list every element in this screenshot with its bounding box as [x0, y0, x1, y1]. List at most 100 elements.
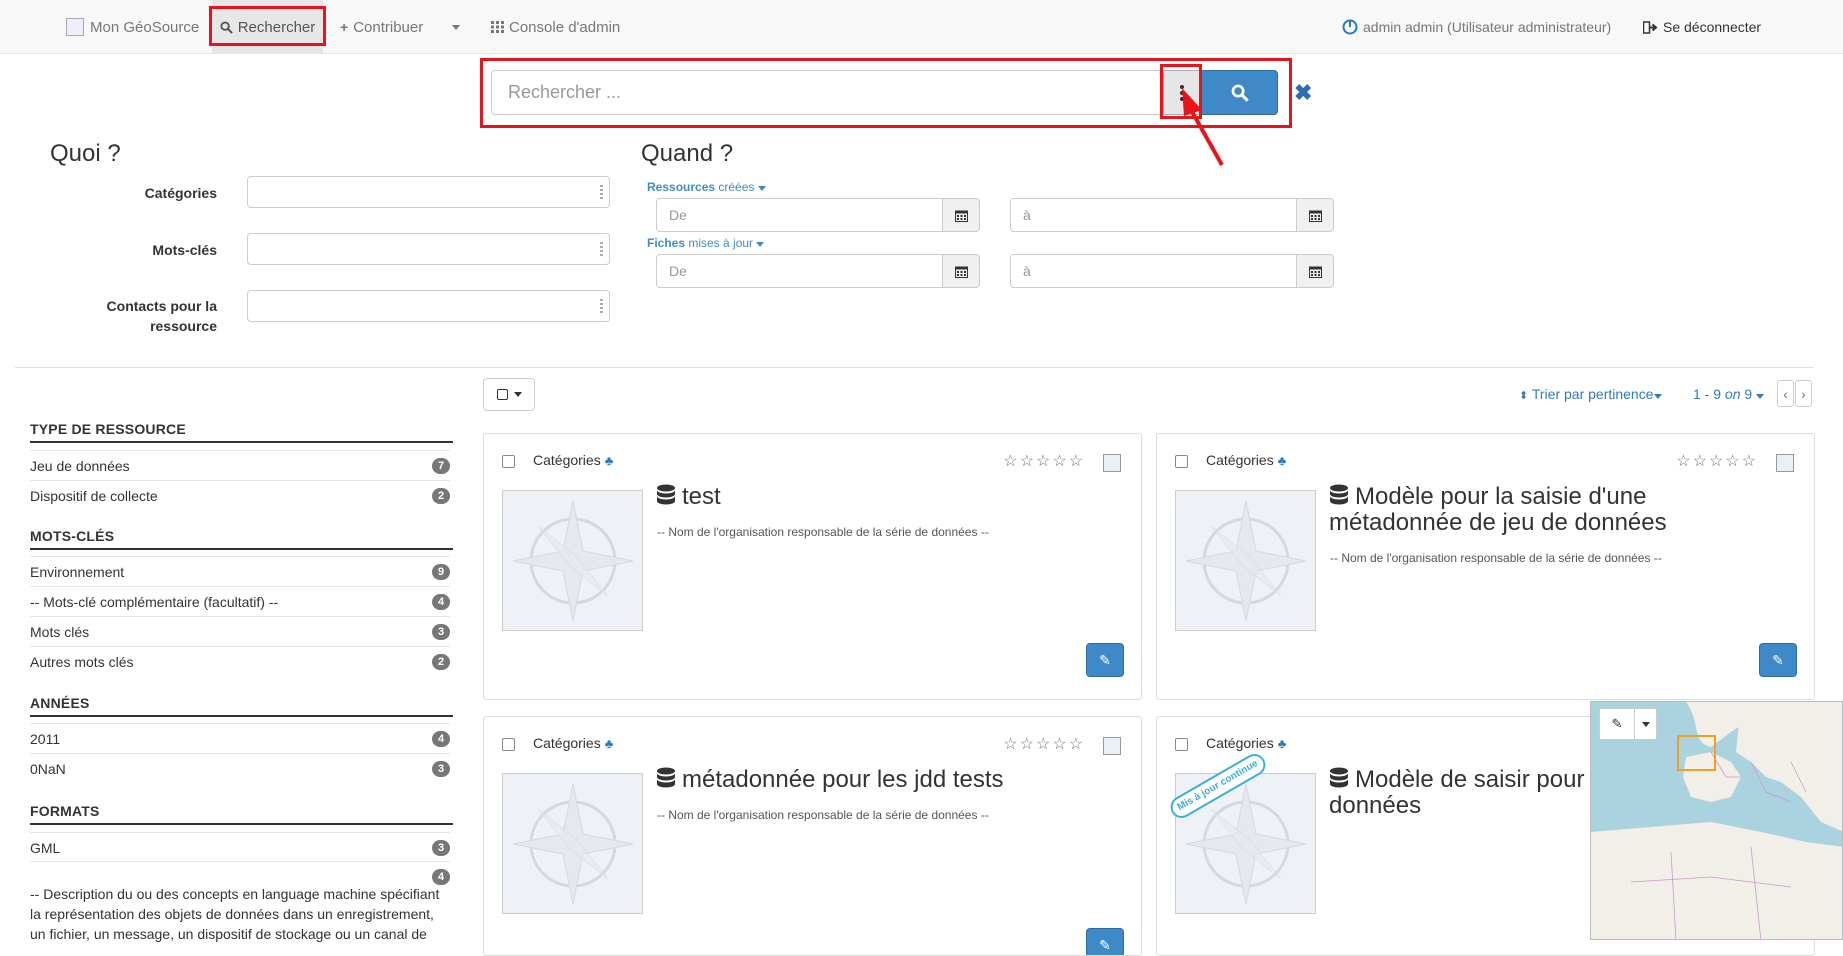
card-title[interactable]: test	[656, 484, 721, 510]
updated-to-input[interactable]	[1010, 254, 1297, 288]
nav-user[interactable]: admin admin (Utilisateur administrateur)	[1342, 0, 1611, 54]
select-checkbox[interactable]	[502, 455, 515, 468]
top-navbar: Mon GéoSource Rechercher + Contribuer Co…	[0, 0, 1843, 54]
database-icon	[657, 767, 675, 788]
nav-logout[interactable]: Se déconnecter	[1643, 0, 1761, 54]
rating-stars-icon[interactable]: ☆☆☆☆☆	[1003, 451, 1085, 471]
tree-icon: ♣	[604, 453, 614, 468]
compass-rose-icon	[512, 500, 634, 622]
nav-admin-console[interactable]: Console d'admin	[491, 0, 620, 54]
facet-count-badge: 2	[432, 488, 450, 504]
calendar-icon	[954, 266, 968, 278]
card-organisation: -- Nom de l'organisation responsable de …	[657, 808, 989, 822]
sort-label: Trier par pertinence	[1531, 386, 1654, 402]
map-draw-button[interactable]: ✎	[1599, 708, 1635, 740]
sort-dropdown[interactable]: ⬍ Trier par pertinence	[1519, 386, 1662, 402]
card-thumbnail	[502, 490, 643, 631]
created-from-input[interactable]	[656, 198, 943, 232]
updated-filter-toggle[interactable]: Fiches mises à jour	[647, 236, 765, 250]
caret-down-icon	[513, 392, 522, 397]
select-checkbox[interactable]	[1175, 455, 1188, 468]
result-card[interactable]: Catégories ♣ ☆☆☆☆☆ métadonnée pour les jd…	[483, 716, 1142, 956]
map-options-dropdown[interactable]	[1635, 708, 1657, 740]
calendar-icon	[954, 210, 968, 222]
nav-search[interactable]: Rechercher	[212, 0, 323, 54]
card-category-label: Catégories	[1206, 452, 1274, 468]
nav-search-label: Rechercher	[237, 18, 316, 36]
facet-item-label: -- Mots-clé complémentaire (facultatif) …	[30, 593, 279, 610]
nav-contribute[interactable]: + Contribuer	[340, 0, 423, 54]
facet-count-badge: 4	[432, 731, 450, 747]
created-from-calendar-button[interactable]	[942, 198, 980, 232]
map-toolbar: ✎	[1599, 708, 1657, 740]
card-title[interactable]: Modèle pour la saisie d'une métadonnée d…	[1329, 484, 1729, 536]
card-title[interactable]: métadonnée pour les jdd tests	[656, 767, 1004, 793]
tree-icon: ♣	[1277, 736, 1287, 751]
categories-field[interactable]	[247, 176, 610, 208]
rating-stars-icon[interactable]: ☆☆☆☆☆	[1676, 451, 1758, 471]
edit-button[interactable]: ✎	[1086, 928, 1124, 955]
caret-down-icon	[757, 186, 766, 191]
facet-item[interactable]: 2011 4	[30, 723, 450, 753]
nav-logout-label: Se déconnecter	[1663, 19, 1762, 35]
facet-item[interactable]: -- Mots-clé complémentaire (facultatif) …	[30, 586, 450, 616]
range-start: 1 - 9	[1693, 386, 1722, 402]
facet-item[interactable]: Environnement 9	[30, 556, 450, 586]
search-input[interactable]	[491, 70, 1163, 115]
facet-item[interactable]: 4	[30, 861, 450, 885]
caret-down-icon	[1653, 394, 1662, 399]
card-title[interactable]: Modèle de saisir pour données	[1329, 767, 1609, 819]
facet-item-label: Autres mots clés	[30, 653, 134, 670]
rating-stars-icon[interactable]: ☆☆☆☆☆	[1003, 734, 1085, 754]
result-card[interactable]: Catégories ♣ ☆☆☆☆☆ Modèle pour la saisie …	[1156, 433, 1815, 700]
clear-search-icon[interactable]: ✖	[1294, 80, 1312, 106]
card-thumbnail	[502, 773, 643, 914]
facet-item[interactable]: GML 3	[30, 832, 450, 862]
next-page-button[interactable]: ›	[1795, 380, 1812, 407]
keywords-field[interactable]	[247, 233, 610, 265]
facet-item-label: 0NaN	[30, 760, 66, 777]
logo-icon	[66, 18, 84, 36]
updated-from-input[interactable]	[656, 254, 943, 288]
pagination-dropdown[interactable]: 1 - 9 on 9	[1693, 386, 1765, 402]
created-label-bold: Ressources	[647, 180, 716, 194]
facet-item[interactable]: 0NaN 3	[30, 753, 450, 783]
created-filter-toggle[interactable]: Ressources créées	[647, 180, 766, 194]
facet-item[interactable]: Dispositif de collecte 2	[30, 480, 450, 510]
contacts-label-line2: ressource	[150, 318, 217, 334]
mini-map[interactable]: ✎	[1590, 701, 1843, 940]
search-icon	[1231, 84, 1249, 102]
facet-count-badge: 3	[432, 840, 450, 856]
drag-handle-icon	[600, 299, 603, 313]
range-on: on	[1724, 386, 1741, 402]
contacts-label: Contacts pour la ressource	[60, 296, 217, 336]
edit-button[interactable]: ✎	[1759, 643, 1797, 677]
facet-item[interactable]: Mots clés 3	[30, 616, 450, 646]
calendar-icon	[1308, 210, 1322, 222]
previous-page-button[interactable]: ‹	[1777, 380, 1794, 407]
edit-button[interactable]: ✎	[1086, 643, 1124, 677]
chevron-left-icon: ‹	[1783, 385, 1788, 402]
facet-count-badge: 3	[432, 761, 450, 777]
nav-brand-label: Mon GéoSource	[90, 18, 200, 36]
select-all-dropdown[interactable]	[483, 378, 535, 411]
select-checkbox[interactable]	[502, 738, 515, 751]
grid-icon	[491, 21, 504, 33]
select-checkbox[interactable]	[1175, 738, 1188, 751]
nav-brand[interactable]: Mon GéoSource	[66, 0, 199, 54]
card-title-text: métadonnée pour les jdd tests	[682, 766, 1004, 793]
created-to-calendar-button[interactable]	[1296, 198, 1334, 232]
facet-heading-type: TYPE DE RESSOURCE	[30, 421, 453, 443]
updated-from-calendar-button[interactable]	[942, 254, 980, 288]
facet-item-label: 2011	[30, 730, 61, 747]
nav-more-dropdown[interactable]	[452, 0, 460, 54]
created-to-input[interactable]	[1010, 198, 1297, 232]
result-card[interactable]: Catégories ♣ ☆☆☆☆☆ test -- Nom de l'organ…	[483, 433, 1142, 700]
contacts-field[interactable]	[247, 290, 610, 322]
facet-item[interactable]: Jeu de données 7	[30, 450, 450, 480]
calendar-icon	[1308, 266, 1322, 278]
facet-item-description[interactable]: -- Description du ou des concepts en lan…	[30, 884, 450, 944]
facet-item[interactable]: Autres mots clés 2	[30, 646, 450, 676]
facet-item-label: Mots clés	[30, 623, 90, 640]
updated-to-calendar-button[interactable]	[1296, 254, 1334, 288]
